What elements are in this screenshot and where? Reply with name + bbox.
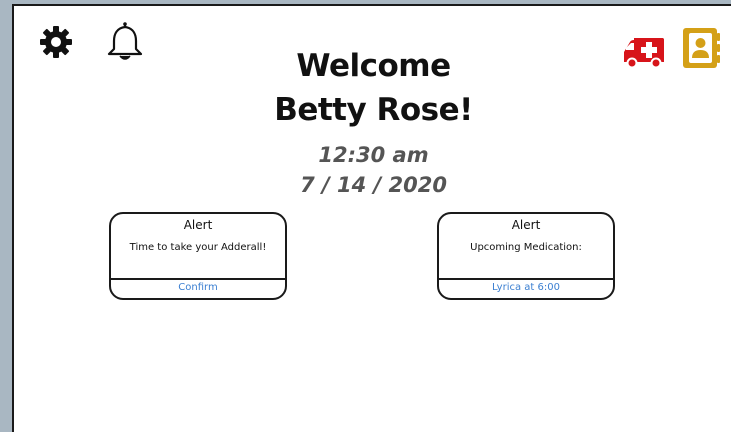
alert-message: Time to take your Adderall! <box>129 242 267 253</box>
upcoming-medication-link[interactable]: Lyrica at 6:00 <box>439 281 613 295</box>
current-time: 12:30 am <box>318 143 429 167</box>
alert-title: Alert <box>183 218 213 232</box>
current-date: 7 / 14 / 2020 <box>300 173 447 197</box>
home-screen: Welcome Betty Rose! 12:30 am 7 / 14 / 20… <box>12 4 731 432</box>
welcome-heading: Welcome Betty Rose! <box>14 44 731 132</box>
alert-divider <box>111 278 285 280</box>
user-name: Betty Rose! <box>274 92 473 128</box>
datetime: 12:30 am 7 / 14 / 2020 <box>14 140 731 200</box>
alert-message: Upcoming Medication: <box>470 242 582 253</box>
alert-card-medication-reminder: Alert Time to take your Adderall! Confir… <box>109 212 287 300</box>
welcome-line: Welcome <box>296 48 451 84</box>
alert-card-upcoming-medication: Alert Upcoming Medication: Lyrica at 6:0… <box>437 212 615 300</box>
alert-title: Alert <box>511 218 541 232</box>
alert-divider <box>439 278 613 280</box>
confirm-button[interactable]: Confirm <box>111 281 285 295</box>
